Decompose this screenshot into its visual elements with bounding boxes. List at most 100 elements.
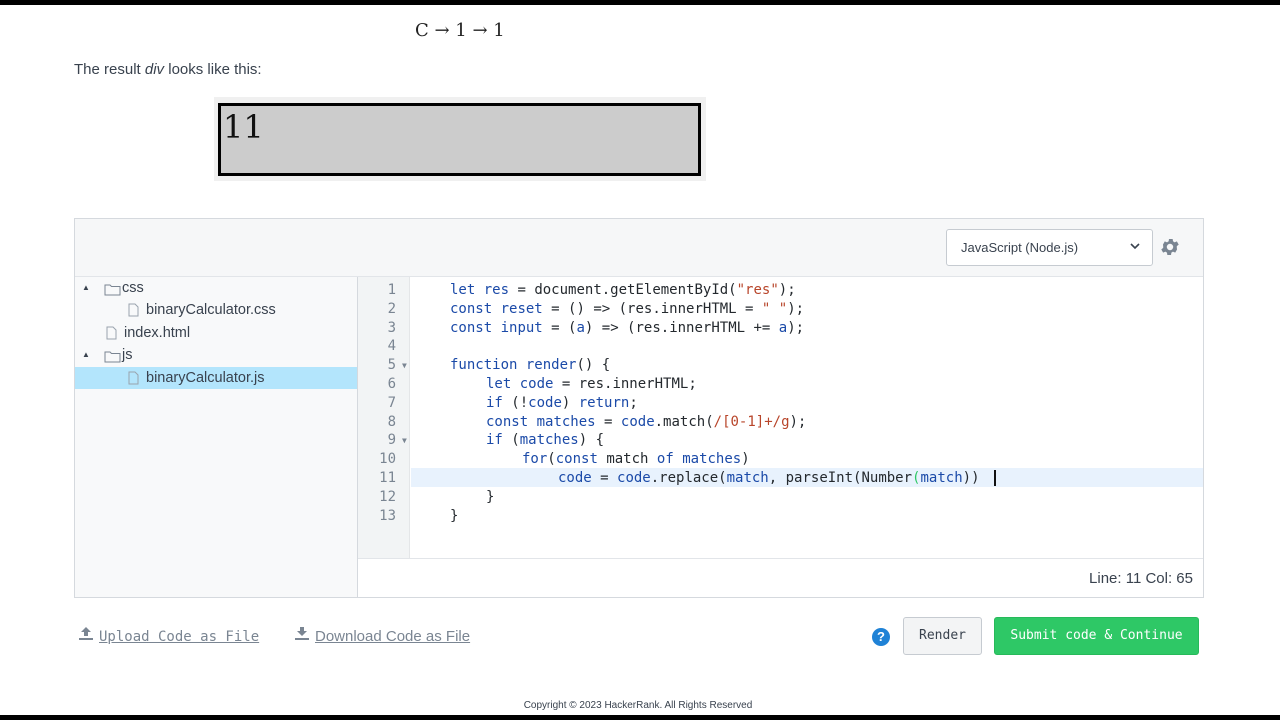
download-icon	[294, 626, 310, 645]
line-number: 1	[387, 282, 396, 298]
line-number-gutter: 1 2 3 4 5 ▼ 6 7 8 9 ▼ 10 11 12 13	[358, 277, 410, 558]
code-line-3: const input = (a) => (res.innerHTML += a…	[450, 320, 804, 336]
var: reset	[500, 301, 543, 317]
kw: const	[450, 320, 493, 336]
tree-label: binaryCalculator.css	[146, 302, 276, 318]
code-line-6: let code = res.innerHTML;	[486, 376, 697, 392]
copyright-text: Copyright © 2023 HackerRank. All Rights …	[523, 700, 753, 711]
var: code	[620, 414, 655, 430]
var: match	[920, 470, 963, 486]
text: ) => (res.innerHTML +=	[584, 320, 779, 336]
code-line-8: const matches = code.match(/[0-1]+/g);	[486, 414, 806, 430]
text-cursor	[994, 470, 996, 486]
kw: for	[522, 451, 548, 467]
text: );	[778, 282, 796, 298]
fold-arrow-icon[interactable]: ▼	[402, 436, 407, 445]
tree-label: css	[122, 280, 144, 296]
tree-file-index-html[interactable]: index.html	[75, 322, 357, 344]
string: " "	[761, 301, 788, 317]
text: = () => (res.innerHTML =	[542, 301, 762, 317]
kw: of	[656, 451, 674, 467]
text: );	[789, 414, 807, 430]
kw: const	[450, 301, 493, 317]
tree-label: binaryCalculator.js	[146, 370, 265, 386]
result-description: The result div looks like this:	[74, 61, 262, 78]
var: matches	[536, 414, 596, 430]
line-number: 6	[387, 376, 396, 392]
code-textarea[interactable]: 1 2 3 4 5 ▼ 6 7 8 9 ▼ 10 11 12 13 let re…	[358, 277, 1203, 558]
upload-icon	[78, 626, 94, 645]
var: res	[483, 282, 510, 298]
download-code-link[interactable]: Download Code as File	[294, 626, 470, 645]
formula-text: C → 1 → 1	[415, 20, 505, 41]
regex: /[0-1]+/g	[713, 414, 790, 430]
gear-icon[interactable]	[1159, 236, 1181, 258]
editor-status-bar: Line: 11 Col: 65	[358, 558, 1203, 597]
code-line-5: function render() {	[450, 357, 610, 373]
tree-label: index.html	[124, 325, 191, 341]
fold-arrow-icon[interactable]: ▼	[402, 361, 407, 370]
file-tree: ▲ css binaryCalculator.css index.html ▲ …	[75, 277, 358, 597]
line-number: 8	[387, 414, 396, 430]
bottom-edge-bar	[0, 715, 1280, 720]
fn-name: render	[525, 357, 577, 373]
text: )	[561, 395, 579, 411]
text: (!	[502, 395, 529, 411]
tree-folder-js[interactable]: ▲ js	[75, 344, 357, 366]
submit-button[interactable]: Submit code & Continue	[994, 617, 1199, 655]
param: a	[778, 320, 788, 336]
code-editor: JavaScript (Node.js) ▲ css binaryCalcula…	[74, 218, 1204, 598]
editor-header: JavaScript (Node.js)	[75, 219, 1203, 277]
text: (	[502, 432, 520, 448]
tree-file-binarycalculator-js[interactable]: binaryCalculator.js	[75, 367, 357, 389]
triangle-down-icon: ▲	[82, 283, 90, 292]
language-select[interactable]: JavaScript (Node.js)	[946, 229, 1153, 266]
var: code	[617, 470, 651, 486]
help-icon[interactable]: ?	[872, 628, 890, 646]
file-icon	[128, 302, 139, 324]
result-em: div	[144, 61, 165, 78]
code-line-11: code = code.replace(match, parseInt(Numb…	[558, 470, 980, 486]
var: match	[606, 451, 649, 467]
line-number: 7	[387, 395, 396, 411]
result-preview: 11	[218, 103, 701, 176]
text: )	[741, 451, 750, 467]
var: input	[500, 320, 543, 336]
line-number: 10	[379, 451, 396, 467]
upload-label: Upload Code as File	[99, 629, 260, 645]
tree-file-binarycalculator-css[interactable]: binaryCalculator.css	[75, 299, 357, 321]
text: ;	[629, 395, 638, 411]
code-line-13: }	[450, 508, 459, 524]
var: match	[726, 470, 769, 486]
language-select-value: JavaScript (Node.js)	[961, 240, 1079, 255]
code-line-1: let res = document.getElementById("res")…	[450, 282, 796, 298]
text: .replace(	[650, 470, 727, 486]
kw: const	[486, 414, 529, 430]
line-number: 9	[387, 432, 396, 448]
kw: function	[450, 357, 518, 373]
tree-label: js	[122, 347, 133, 363]
var: matches	[682, 451, 742, 467]
text: , parseInt(Number	[768, 470, 913, 486]
triangle-down-icon: ▲	[82, 350, 90, 359]
kw: if	[486, 432, 503, 448]
result-prefix: The result	[74, 61, 145, 78]
upload-code-link[interactable]: Upload Code as File	[78, 626, 259, 645]
kw: let	[486, 376, 512, 392]
kw: const	[555, 451, 598, 467]
line-number: 12	[379, 489, 396, 505]
kw: let	[450, 282, 476, 298]
chevron-down-icon	[1130, 241, 1140, 254]
file-icon	[128, 370, 139, 392]
tree-folder-css[interactable]: ▲ css	[75, 277, 357, 299]
result-suffix: looks like this:	[164, 61, 262, 78]
text: );	[787, 301, 805, 317]
result-preview-value: 11	[223, 108, 264, 146]
line-number: 4	[387, 338, 396, 354]
render-button[interactable]: Render	[903, 617, 982, 655]
code-line-10: for(const match of matches)	[522, 451, 750, 467]
download-label: Download Code as File	[315, 628, 471, 645]
text: =	[595, 414, 621, 430]
code-line-7: if (!code) return;	[486, 395, 638, 411]
text: );	[787, 320, 805, 336]
